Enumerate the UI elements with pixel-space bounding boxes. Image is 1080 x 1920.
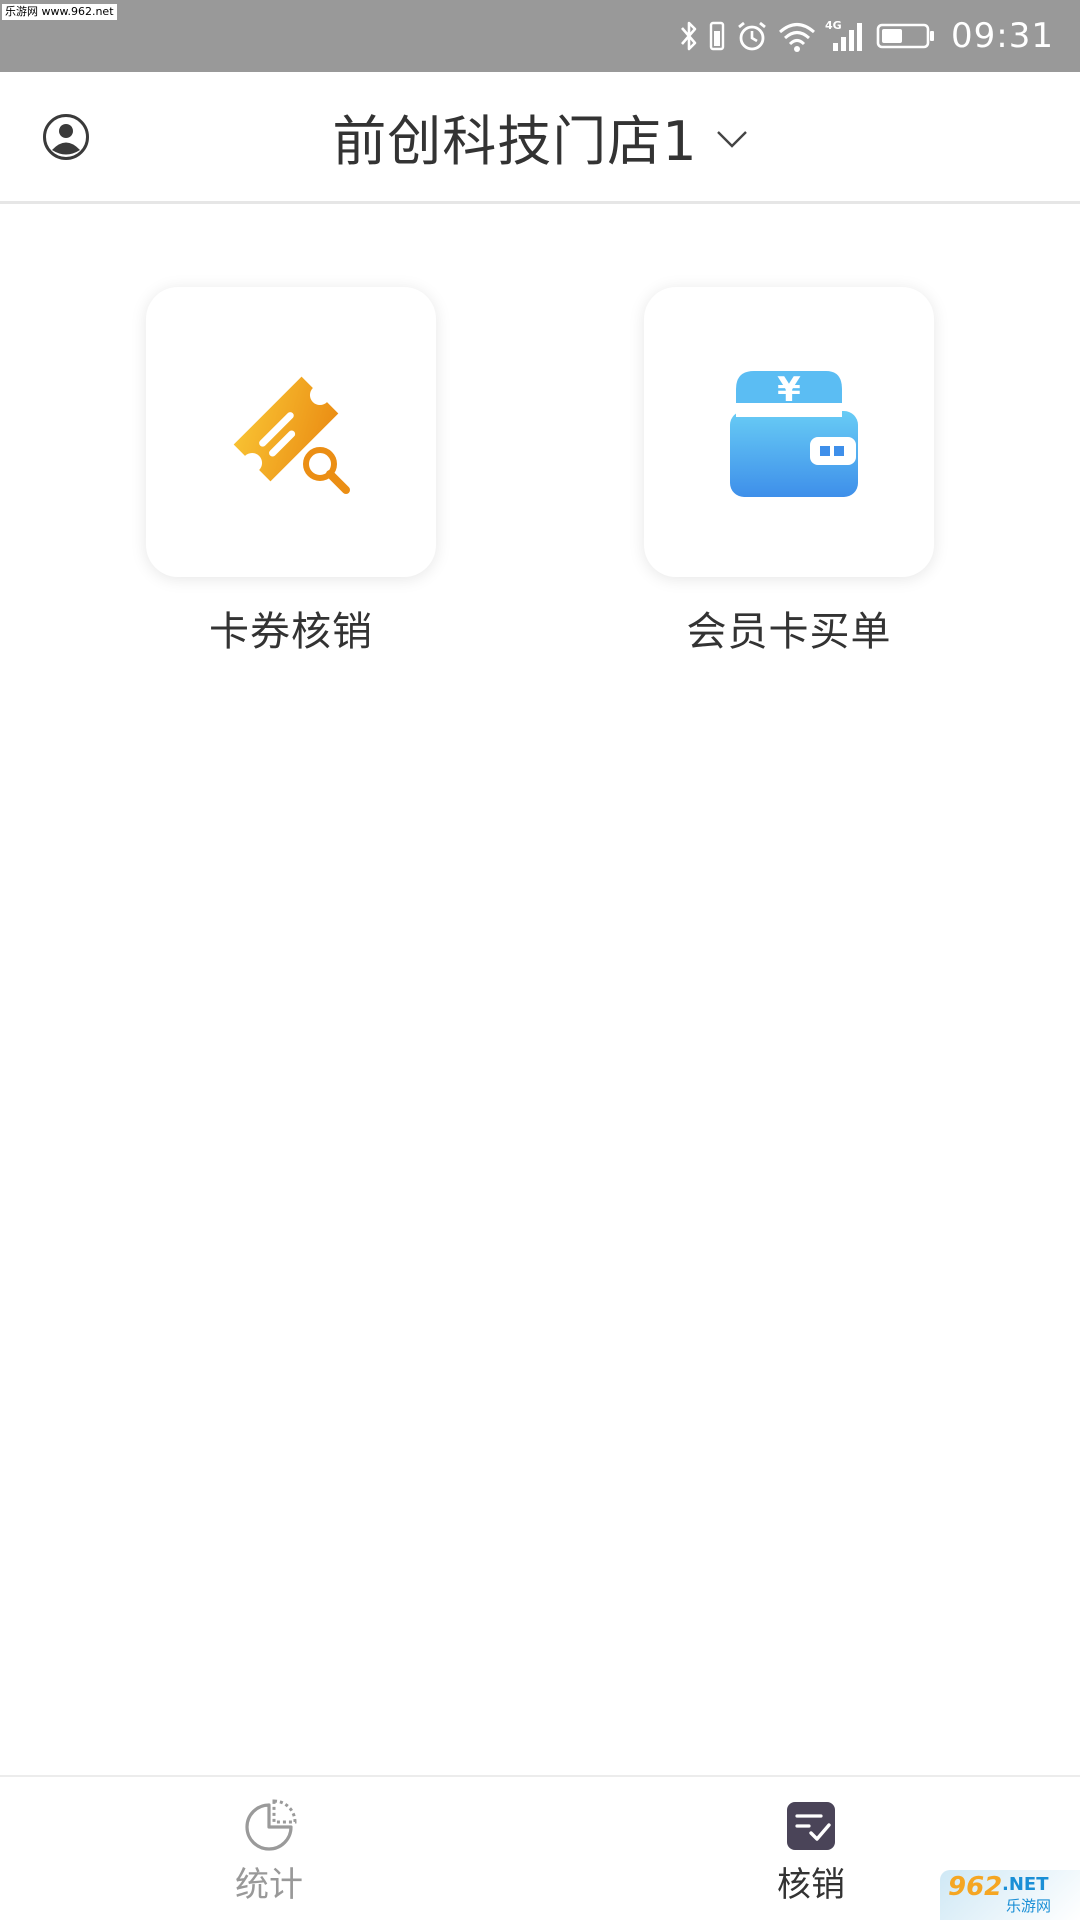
watermark-logo-site: 乐游网 [1006,1897,1052,1915]
app-header: 前创科技门店1 [0,72,1080,204]
watermark-logo: 962 .NET 乐游网 [940,1870,1080,1920]
alarm-icon [738,21,766,51]
status-time: 09:31 [951,16,1054,56]
wifi-icon [779,23,816,52]
watermark-logo-net: .NET [1002,1874,1049,1895]
vibrate-icon [709,21,725,51]
member-card-pay-tile[interactable]: ¥ 会员卡买单 [644,287,934,657]
member-card-pay-label: 会员卡买单 [686,609,892,655]
signal-icon: 4G [825,19,863,51]
wallet-yuan-icon: ¥ [730,370,858,497]
bottom-nav: 统计 核销 962 .NET 乐游网 [0,1775,1080,1920]
nav-label-verify: 核销 [777,1865,845,1905]
store-name: 前创科技门店1 [332,110,698,173]
voucher-verify-card[interactable] [146,287,436,577]
chevron-down-icon [716,130,747,148]
voucher-verify-label: 卡券核销 [209,609,373,655]
member-card-pay-card[interactable]: ¥ [644,287,934,577]
status-bar: 乐游网 www.962.net 4G 09:31 [0,0,1080,72]
watermark-logo-number: 962 [948,1872,1003,1902]
nav-label-statistics: 统计 [235,1865,303,1905]
nav-tab-verify[interactable]: 核销 [731,1799,891,1906]
bluetooth-icon [681,21,697,51]
watermark-label: 乐游网 www.962.net [2,4,117,20]
network-type-label: 4G [825,19,842,32]
svg-text:¥: ¥ [777,370,801,410]
checklist-icon [787,1802,835,1850]
battery-icon [876,23,935,49]
voucher-verify-tile[interactable]: 卡券核销 [146,287,436,657]
nav-tab-statistics[interactable]: 统计 [189,1799,349,1906]
pie-chart-icon [245,1799,297,1851]
status-icons: 4G 09:31 [679,0,1054,72]
ticket-search-icon [233,376,350,494]
store-selector[interactable]: 前创科技门店1 [0,72,1080,201]
